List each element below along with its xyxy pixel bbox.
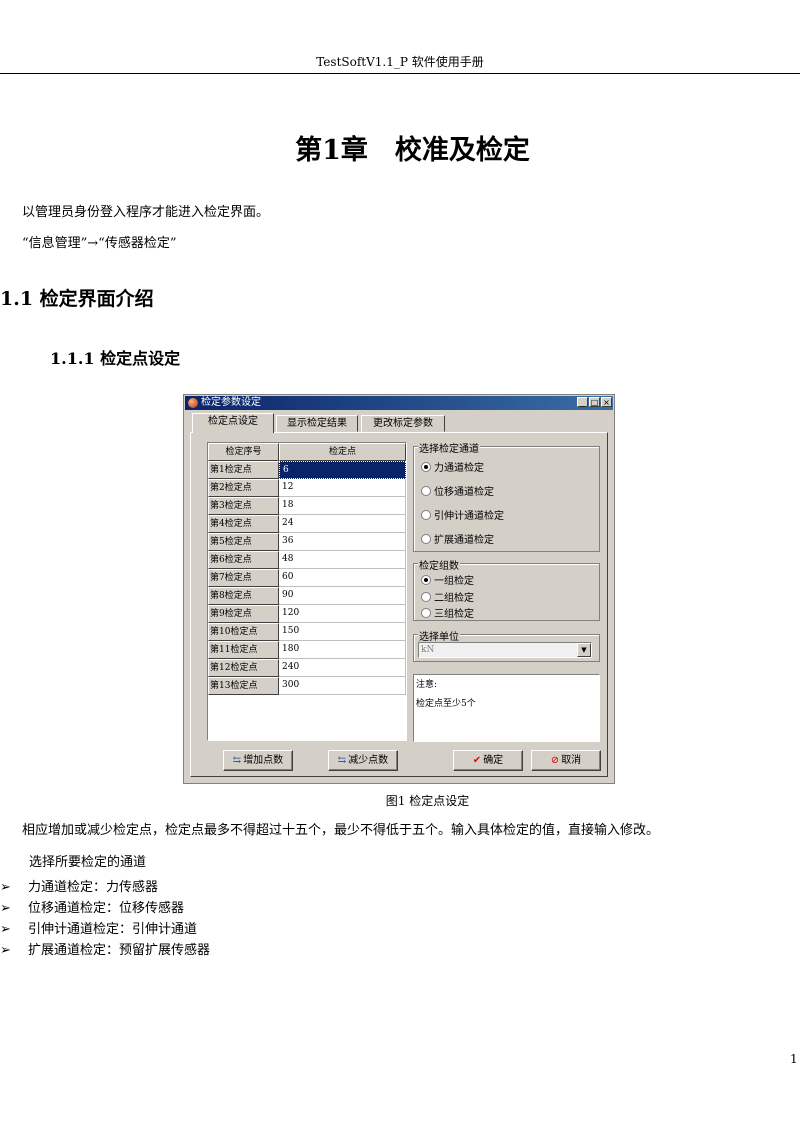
grid-row-header[interactable]: 第13检定点 — [208, 677, 279, 695]
grid-cell-value[interactable]: 90 — [279, 587, 406, 605]
arrow-bullet-icon: ➢ — [0, 943, 11, 958]
radio-extensometer-channel[interactable]: 引伸计通道检定 — [421, 507, 504, 522]
header-rule — [0, 73, 800, 74]
grid-cell-value[interactable]: 24 — [279, 515, 406, 533]
remove-points-button[interactable]: ⇆ 减少点数 — [328, 750, 398, 771]
dialog-title: 检定参数设定 — [201, 397, 261, 408]
arrow-bullet-icon: ➢ — [0, 880, 11, 895]
note-label: 注意: — [416, 680, 438, 690]
radio-icon — [421, 534, 431, 544]
radio-three-groups[interactable]: 三组检定 — [421, 605, 474, 620]
tab-show-results[interactable]: 显示检定结果 — [276, 415, 358, 432]
running-header: TestSoftV1.1_P 软件使用手册 — [316, 55, 484, 69]
radio-two-groups[interactable]: 二组检定 — [421, 589, 474, 604]
bullet-item: ➢ 扩展通道检定：预留扩展传感器 — [0, 943, 211, 958]
figure-caption: 图1 检定点设定 — [385, 794, 470, 808]
page-number: 1 — [790, 1052, 798, 1066]
section-heading-1-1: 1.1 检定界面介绍 — [0, 288, 154, 310]
radio-selected-icon — [421, 462, 431, 472]
grid-cell-value[interactable]: 6 — [279, 461, 406, 479]
radio-icon — [421, 510, 431, 520]
cancel-icon: ⊘ — [550, 755, 560, 766]
close-button[interactable]: × — [601, 397, 612, 407]
unit-group-title: 选择单位 — [418, 628, 460, 643]
minimize-button[interactable]: _ — [577, 397, 588, 407]
unit-select[interactable]: kN ▼ — [418, 642, 592, 658]
grid-header-value[interactable]: 检定点 — [279, 443, 406, 461]
grid-cell-value[interactable]: 48 — [279, 551, 406, 569]
arrow-bullet-icon: ➢ — [0, 901, 11, 916]
note-box: 注意: 检定点至少5个 — [413, 674, 600, 742]
swap-arrows-icon: ⇆ — [337, 755, 347, 766]
bullet-item: ➢ 力通道检定：力传感器 — [0, 880, 159, 895]
tab-checkpoint-setup[interactable]: 检定点设定 — [192, 413, 274, 433]
grid-row-header[interactable]: 第12检定点 — [208, 659, 279, 677]
arrow-bullet-icon: ➢ — [0, 922, 11, 937]
radio-displacement-channel[interactable]: 位移通道检定 — [421, 483, 494, 498]
radio-icon — [421, 608, 431, 618]
note-text: 检定点至少5个 — [416, 699, 476, 709]
radio-extension-channel[interactable]: 扩展通道检定 — [421, 531, 494, 546]
grid-row-header[interactable]: 第1检定点 — [208, 461, 279, 479]
chapter-title: 第1章 校准及检定 — [295, 135, 530, 166]
radio-icon — [421, 592, 431, 602]
grid-cell-value[interactable]: 12 — [279, 479, 406, 497]
grid-row-header[interactable]: 第6检定点 — [208, 551, 279, 569]
checkmark-icon: ✔ — [472, 755, 482, 766]
grid-header-index[interactable]: 检定序号 — [208, 443, 279, 461]
dialog-titlebar: 检定参数设定 _ □ × — [185, 396, 613, 410]
chevron-down-icon[interactable]: ▼ — [577, 643, 591, 657]
grid-cell-value[interactable]: 60 — [279, 569, 406, 587]
grid-row-header[interactable]: 第10检定点 — [208, 623, 279, 641]
grid-row-header[interactable]: 第9检定点 — [208, 605, 279, 623]
checkpoint-grid[interactable]: 检定序号 检定点 第1检定点 6 第2检定点 12 第3检定点 18 第4检定点 24 第5检定… — [207, 442, 407, 741]
ok-button[interactable]: ✔ 确定 — [453, 750, 523, 771]
grid-row-header[interactable]: 第2检定点 — [208, 479, 279, 497]
grid-cell-value[interactable]: 18 — [279, 497, 406, 515]
grid-row-header[interactable]: 第4检定点 — [208, 515, 279, 533]
group-count-title: 检定组数 — [418, 557, 460, 572]
radio-icon — [421, 486, 431, 496]
maximize-button[interactable]: □ — [589, 397, 600, 407]
radio-force-channel[interactable]: 力通道检定 — [421, 459, 484, 474]
grid-row-header[interactable]: 第5检定点 — [208, 533, 279, 551]
grid-cell-value[interactable]: 300 — [279, 677, 406, 695]
channel-group-title: 选择检定通道 — [418, 440, 480, 455]
bullet-item: ➢ 引伸计通道检定：引伸计通道 — [0, 922, 198, 937]
radio-selected-icon — [421, 575, 431, 585]
grid-row-header[interactable]: 第11检定点 — [208, 641, 279, 659]
app-icon — [188, 398, 198, 408]
unit-select-value: kN — [421, 645, 435, 655]
cancel-button[interactable]: ⊘ 取消 — [531, 750, 601, 771]
grid-cell-value[interactable]: 240 — [279, 659, 406, 677]
grid-cell-value[interactable]: 150 — [279, 623, 406, 641]
bullet-item: ➢ 位移通道检定：位移传感器 — [0, 901, 185, 916]
intro-line-2: “信息管理”→“传感器检定” — [22, 236, 177, 251]
grid-cell-value[interactable]: 180 — [279, 641, 406, 659]
grid-cell-value[interactable]: 120 — [279, 605, 406, 623]
add-points-button[interactable]: ⇆ 增加点数 — [223, 750, 293, 771]
swap-arrows-icon: ⇆ — [232, 755, 242, 766]
paragraph-select-channel: 选择所要检定的通道 — [29, 855, 147, 870]
grid-row-header[interactable]: 第7检定点 — [208, 569, 279, 587]
radio-one-group[interactable]: 一组检定 — [421, 572, 474, 587]
grid-row-header[interactable]: 第3检定点 — [208, 497, 279, 515]
section-heading-1-1-1: 1.1.1 检定点设定 — [50, 349, 181, 368]
paragraph-instructions: 相应增加或减少检定点，检定点最多不得超过十五个，最少不得低于五个。输入具体检定的… — [22, 823, 660, 838]
grid-cell-value[interactable]: 36 — [279, 533, 406, 551]
tab-change-calibration[interactable]: 更改标定参数 — [361, 415, 445, 432]
grid-row-header[interactable]: 第8检定点 — [208, 587, 279, 605]
intro-line-1: 以管理员身份登入程序才能进入检定界面。 — [22, 205, 270, 220]
